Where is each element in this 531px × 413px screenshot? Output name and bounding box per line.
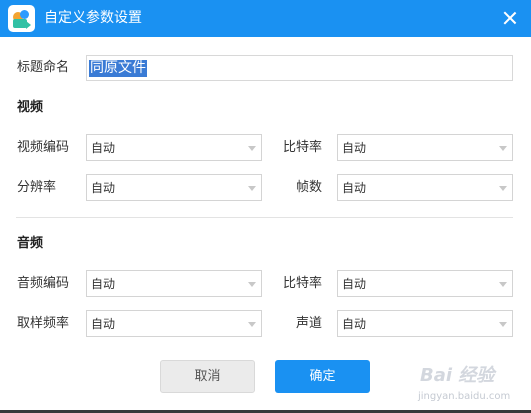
framerate-value: 自动 xyxy=(342,181,367,195)
chevron-down-icon xyxy=(499,186,507,191)
cancel-button[interactable]: 取消 xyxy=(160,360,255,393)
close-icon[interactable] xyxy=(499,7,521,29)
framerate-label: 帧数 xyxy=(296,180,323,195)
audio-codec-value: 自动 xyxy=(91,277,116,291)
chevron-down-icon xyxy=(499,322,507,327)
audio-bitrate-value: 自动 xyxy=(342,277,367,291)
channel-label: 声道 xyxy=(296,316,323,331)
framerate-select[interactable]: 自动 xyxy=(337,174,513,201)
audio-bitrate-select[interactable]: 自动 xyxy=(337,270,513,297)
resolution-label: 分辨率 xyxy=(17,180,57,195)
chevron-down-icon xyxy=(248,146,256,151)
resolution-select[interactable]: 自动 xyxy=(86,174,262,201)
samplerate-select[interactable]: 自动 xyxy=(86,310,262,337)
video-bitrate-label: 比特率 xyxy=(283,140,323,155)
watermark-sub-text: jingyan.baidu.com xyxy=(418,391,511,402)
title-bar: 自定义参数设置 xyxy=(0,0,531,37)
chevron-down-icon xyxy=(248,186,256,191)
section-divider xyxy=(16,217,513,218)
chevron-down-icon xyxy=(248,322,256,327)
video-codec-value: 自动 xyxy=(91,141,116,155)
app-camera-icon xyxy=(8,5,35,32)
video-codec-select[interactable]: 自动 xyxy=(86,134,262,161)
channel-select[interactable]: 自动 xyxy=(337,310,513,337)
resolution-value: 自动 xyxy=(91,181,116,195)
audio-codec-select[interactable]: 自动 xyxy=(86,270,262,297)
confirm-button[interactable]: 确定 xyxy=(275,360,370,393)
video-bitrate-value: 自动 xyxy=(342,141,367,155)
title-name-input[interactable]: 同原文件 xyxy=(86,55,513,81)
chevron-down-icon xyxy=(499,282,507,287)
channel-value: 自动 xyxy=(342,317,367,331)
title-name-value: 同原文件 xyxy=(89,60,147,77)
watermark-main-text: Bai 经验 xyxy=(420,365,495,386)
video-section-heading: 视频 xyxy=(17,100,44,115)
audio-section-heading: 音频 xyxy=(17,236,44,251)
name-label: 标题命名 xyxy=(17,60,70,75)
samplerate-value: 自动 xyxy=(91,317,116,331)
video-codec-label: 视频编码 xyxy=(17,140,70,155)
dialog-title: 自定义参数设置 xyxy=(44,10,142,26)
samplerate-label: 取样频率 xyxy=(17,316,70,331)
audio-bitrate-label: 比特率 xyxy=(283,276,323,291)
chevron-down-icon xyxy=(248,282,256,287)
chevron-down-icon xyxy=(499,146,507,151)
baidu-watermark-logo: Bai 经验 jingyan.baidu.com xyxy=(412,362,524,412)
video-bitrate-select[interactable]: 自动 xyxy=(337,134,513,161)
audio-codec-label: 音频编码 xyxy=(17,276,70,291)
settings-dialog: 自定义参数设置 标题命名 同原文件 视频 视频编码 自动 比特率 自动 分辨率 … xyxy=(0,0,531,413)
